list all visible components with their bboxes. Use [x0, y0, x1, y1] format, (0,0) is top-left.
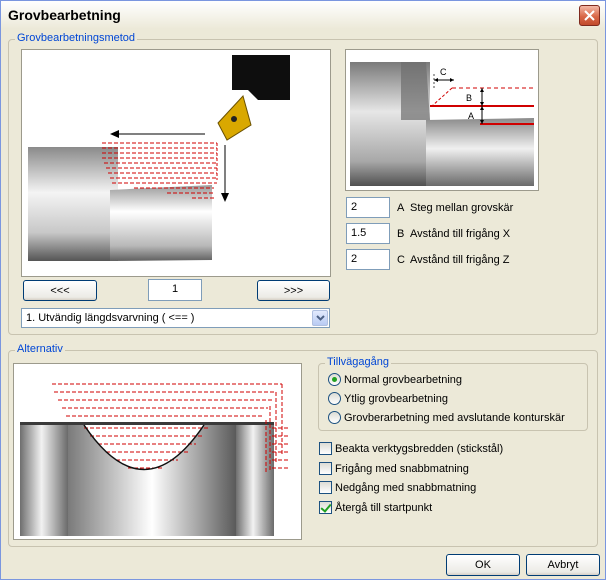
page-number-field[interactable]: 1 [148, 279, 202, 301]
next-button[interactable]: >>> [257, 280, 330, 301]
param-b-letter: B [397, 228, 405, 240]
options-group-legend: Alternativ [15, 343, 65, 355]
rapid-descent-label[interactable]: Nedgång med snabbmatning [335, 482, 476, 494]
chevron-down-icon [315, 315, 325, 321]
options-illustration [13, 363, 302, 540]
cancel-button[interactable]: Avbryt [526, 554, 600, 576]
method-select[interactable]: 1. Utvändig längdsvarvning ( <== ) [21, 308, 330, 328]
rapid-clearance-label[interactable]: Frigång med snabbmatning [335, 463, 469, 475]
label-c: C [440, 67, 447, 77]
contour-finish-radio[interactable] [328, 411, 341, 424]
window-title: Grovbearbetning [8, 7, 121, 23]
clearance-z-input[interactable]: 2 [346, 249, 390, 270]
param-c-letter: C [397, 254, 405, 266]
step-between-cuts-input[interactable]: 2 [346, 197, 390, 218]
return-to-start-checkbox[interactable] [319, 501, 332, 514]
param-c-label: Avstånd till frigång Z [410, 254, 510, 266]
normal-roughing-label[interactable]: Normal grovbearbetning [344, 374, 462, 386]
method-group-legend: Grovbearbetningsmetod [15, 32, 138, 44]
return-to-start-label[interactable]: Återgå till startpunkt [335, 502, 432, 514]
contour-finish-label[interactable]: Grovberarbetning med avslutande kontursk… [344, 412, 565, 424]
param-b-label: Avstånd till frigång X [410, 228, 511, 240]
surface-roughing-radio[interactable] [328, 392, 341, 405]
param-a-label: Steg mellan grovskär [410, 202, 514, 214]
close-icon [584, 10, 595, 21]
param-a-letter: A [397, 202, 405, 214]
parameter-illustration: C B A [345, 49, 539, 191]
prev-button[interactable]: <<< [23, 280, 97, 301]
rapid-clearance-checkbox[interactable] [319, 462, 332, 475]
ok-button[interactable]: OK [446, 554, 520, 576]
normal-roughing-radio[interactable] [328, 373, 341, 386]
method-select-value: 1. Utvändig längdsvarvning ( <== ) [26, 312, 195, 324]
surface-roughing-label[interactable]: Ytlig grovbearbetning [344, 393, 448, 405]
parameter-diagram: C B A [350, 62, 534, 186]
label-b: B [466, 93, 472, 103]
label-a: A [468, 111, 474, 121]
close-button[interactable] [579, 5, 600, 26]
title-bar: Grovbearbetning [1, 1, 605, 29]
dialog-window: Grovbearbetning Grovbearbetningsmetod <<… [0, 0, 606, 580]
clearance-x-input[interactable]: 1.5 [346, 223, 390, 244]
tool-width-checkbox[interactable] [319, 442, 332, 455]
tool-width-label[interactable]: Beakta verktygsbredden (stickstål) [335, 443, 503, 455]
method-illustration [21, 49, 331, 277]
turning-diagram [28, 55, 290, 261]
procedure-group-legend: Tillvägagång [325, 356, 391, 368]
rapid-descent-checkbox[interactable] [319, 481, 332, 494]
method-select-toggle[interactable] [312, 310, 328, 326]
options-diagram [20, 383, 290, 536]
